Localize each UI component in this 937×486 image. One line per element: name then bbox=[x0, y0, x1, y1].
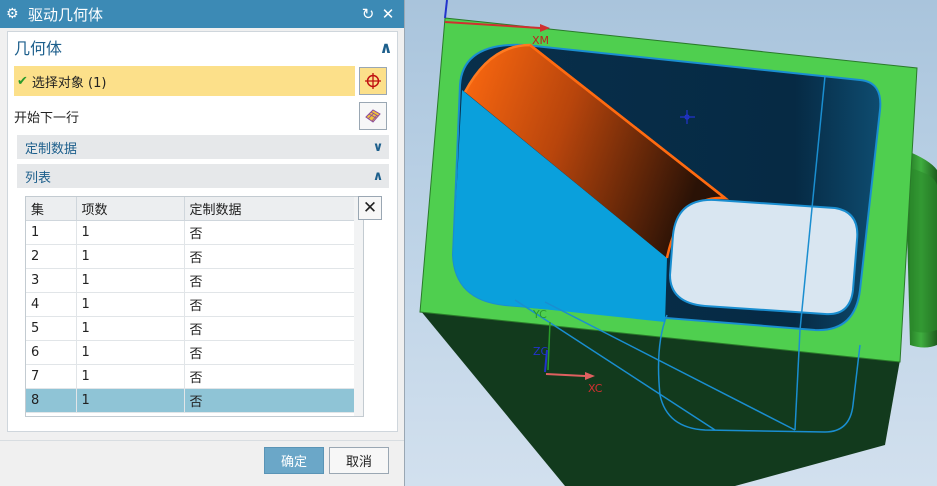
table-cell: 5 bbox=[26, 316, 77, 341]
table-cell: 1 bbox=[76, 292, 185, 317]
close-icon: ✕ bbox=[362, 198, 378, 218]
select-object-button[interactable] bbox=[359, 67, 387, 95]
table-row[interactable]: 61否 bbox=[26, 340, 355, 365]
table-cell: 1 bbox=[76, 316, 185, 341]
xm-axis-label: XM bbox=[532, 34, 549, 47]
crosshair-select-icon bbox=[365, 73, 381, 89]
select-object-label: 选择对象 (1) bbox=[31, 75, 107, 91]
geometry-group-header[interactable]: 几何体 ∧ bbox=[8, 32, 397, 62]
table-cell: 1 bbox=[76, 340, 185, 365]
select-object-row[interactable]: ✔ 选择对象 (1) bbox=[14, 66, 355, 96]
table-cell: 8 bbox=[26, 388, 77, 413]
footer-divider bbox=[0, 440, 404, 441]
zc-axis-label: ZC bbox=[533, 345, 549, 358]
cancel-button[interactable]: 取消 bbox=[329, 447, 389, 474]
table-cell: 4 bbox=[26, 292, 77, 317]
table-cell: 否 bbox=[184, 388, 355, 413]
geometry-panel: 几何体 ∧ ✔ 选择对象 (1) 开始下一行 定制数据 ∨ 列表 ∧ 集 项数 … bbox=[7, 31, 398, 432]
table-cell: 1 bbox=[76, 220, 185, 245]
table-cell: 3 bbox=[26, 268, 77, 293]
table-row[interactable]: 71否 bbox=[26, 364, 355, 389]
dialog-titlebar: ⚙ 驱动几何体 ↻ ✕ bbox=[0, 0, 404, 28]
list-scrollbar[interactable] bbox=[354, 197, 363, 416]
table-cell: 1 bbox=[26, 220, 77, 245]
table-cell: 1 bbox=[76, 364, 185, 389]
table-cell: 2 bbox=[26, 244, 77, 269]
next-row-label: 开始下一行 bbox=[14, 110, 80, 126]
table-cell: 否 bbox=[184, 340, 355, 365]
table-row[interactable]: 21否 bbox=[26, 244, 355, 269]
chevron-up-icon: ∧ bbox=[372, 168, 384, 184]
list-section-label: 列表 bbox=[25, 170, 52, 186]
reset-icon[interactable]: ↻ bbox=[358, 5, 378, 23]
chevron-up-icon: ∧ bbox=[379, 37, 393, 57]
table-cell: 否 bbox=[184, 364, 355, 389]
table-cell: 1 bbox=[76, 268, 185, 293]
column-header-set[interactable]: 集 bbox=[26, 197, 77, 221]
table-row-selected[interactable]: 81否 bbox=[26, 388, 355, 413]
dialog-title: 驱动几何体 bbox=[28, 5, 104, 24]
yc-axis-label: YC bbox=[532, 308, 547, 321]
table-cell: 7 bbox=[26, 364, 77, 389]
start-next-row-button[interactable] bbox=[359, 102, 387, 130]
column-header-count[interactable]: 项数 bbox=[76, 197, 185, 221]
table-cell: 否 bbox=[184, 244, 355, 269]
table-cell: 否 bbox=[184, 292, 355, 317]
gear-icon: ⚙ bbox=[6, 6, 19, 22]
table-cell: 否 bbox=[184, 220, 355, 245]
custom-data-label: 定制数据 bbox=[25, 141, 78, 157]
table-row[interactable]: 41否 bbox=[26, 292, 355, 317]
next-row-row: 开始下一行 bbox=[8, 101, 397, 131]
list-section-header[interactable]: 列表 ∧ bbox=[17, 164, 389, 188]
xc-axis-label: XC bbox=[588, 382, 603, 395]
close-icon[interactable]: ✕ bbox=[378, 5, 398, 23]
table-cell: 否 bbox=[184, 268, 355, 293]
drive-geometry-dialog: ⚙ 驱动几何体 ↻ ✕ 几何体 ∧ ✔ 选择对象 (1) 开始下一行 定制数据 … bbox=[0, 0, 405, 486]
table-cell: 1 bbox=[76, 388, 185, 413]
table-cell: 6 bbox=[26, 340, 77, 365]
ok-button[interactable]: 确定 bbox=[264, 447, 324, 474]
graphics-viewport[interactable]: XM YC ZC XC bbox=[405, 0, 937, 486]
custom-data-header[interactable]: 定制数据 ∨ bbox=[17, 135, 389, 159]
part-model: XM YC ZC XC bbox=[419, 0, 937, 486]
table-cell: 1 bbox=[76, 244, 185, 269]
delete-button[interactable]: ✕ bbox=[358, 196, 382, 220]
table-row[interactable]: 11否 bbox=[26, 220, 355, 245]
geometry-list-table: 集 项数 定制数据 11否 21否 31否 41否 51否 61否 71否 81… bbox=[26, 197, 355, 413]
table-row[interactable]: 31否 bbox=[26, 268, 355, 293]
table-header-row: 集 项数 定制数据 bbox=[26, 197, 355, 221]
check-icon: ✔ bbox=[17, 73, 28, 89]
table-cell: 否 bbox=[184, 316, 355, 341]
geometry-group-label: 几何体 bbox=[14, 39, 63, 58]
surface-row-icon bbox=[365, 109, 381, 123]
chevron-down-icon: ∨ bbox=[372, 139, 384, 155]
table-row[interactable]: 51否 bbox=[26, 316, 355, 341]
column-header-custom-data[interactable]: 定制数据 bbox=[184, 197, 355, 221]
